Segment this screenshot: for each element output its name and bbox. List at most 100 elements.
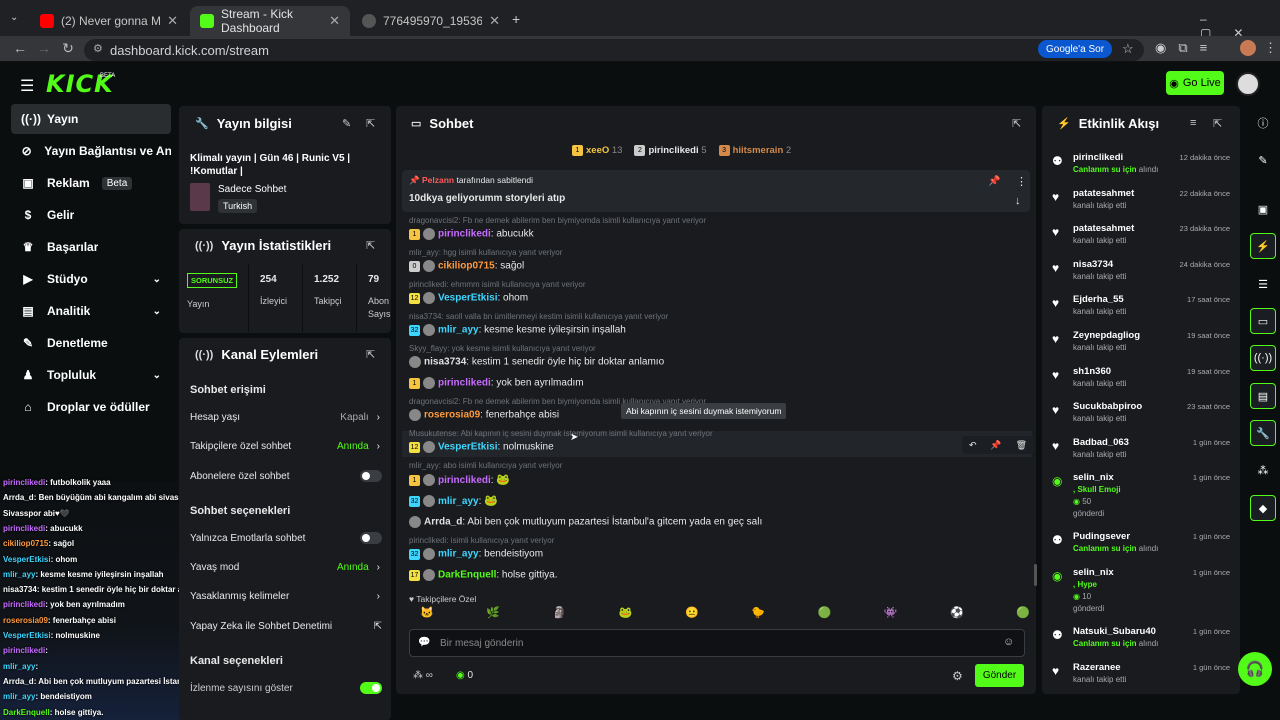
- chat-username[interactable]: roserosia09: [424, 410, 480, 421]
- ai-moderation-row[interactable]: Yapay Zeka ile Sohbet Denetimi ⇱: [190, 621, 382, 632]
- chat-message[interactable]: 0 cikiliop0715: sağol: [409, 260, 524, 272]
- chat-message[interactable]: 1 pirinclikedi: abucukk: [409, 228, 534, 240]
- chat-username[interactable]: nisa3734: [424, 357, 466, 368]
- more-options-icon[interactable]: ⋮: [1016, 175, 1027, 188]
- close-tab-icon[interactable]: ✕: [167, 13, 178, 29]
- chat-username[interactable]: mlir_ayy: [438, 549, 479, 560]
- popout-icon[interactable]: ⇱: [366, 348, 375, 361]
- bookmark-star-icon[interactable]: ☆: [1122, 41, 1134, 57]
- popout-icon[interactable]: ⇱: [366, 239, 375, 252]
- address-bar[interactable]: dashboard.kick.com/stream: [84, 39, 1144, 61]
- sidebar-item-7[interactable]: ✎ Denetleme: [11, 328, 171, 358]
- chat-message[interactable]: nisa3734: kestim 1 senedir öyle hiç bir …: [409, 356, 664, 368]
- event-username[interactable]: Sucukbabpiroo: [1073, 401, 1142, 412]
- stats-panel-icon[interactable]: ▣: [1250, 196, 1276, 222]
- list-panel-icon[interactable]: ☰: [1250, 271, 1276, 297]
- sidebar-item-9[interactable]: ⌂ Droplar ve ödüller: [11, 392, 171, 422]
- chat-message[interactable]: 32 mlir_ayy: kesme kesme iyileşirsin inşa…: [409, 324, 626, 336]
- google-ask-button[interactable]: Google'a Sor: [1038, 40, 1113, 58]
- browser-tab-kick[interactable]: Stream - Kick Dashboard ✕: [190, 6, 350, 36]
- chat-message[interactable]: 1 pirinclikedi: yok ben ayrılmadım: [409, 377, 584, 389]
- subs-only-toggle[interactable]: [360, 470, 382, 482]
- browser-menu-icon[interactable]: ⋮: [1264, 40, 1277, 56]
- emote-bar[interactable]: 🐱 🌿 🗿 🐸 😐 🐤 🟢 👾 ⚽ 🟢: [420, 606, 1030, 619]
- channel-points-icon[interactable]: ⁂ ∞: [413, 670, 433, 681]
- edit-icon[interactable]: ✎: [342, 117, 351, 130]
- kicks-balance[interactable]: ◉ 0: [456, 670, 473, 681]
- chat-message[interactable]: 32 mlir_ayy: bendeistiyom: [409, 548, 543, 560]
- edit-icon[interactable]: ✎: [1250, 147, 1276, 173]
- stream-info-panel-icon[interactable]: ▤: [1250, 383, 1276, 409]
- support-chat-button[interactable]: 🎧: [1238, 652, 1272, 686]
- close-tab-icon[interactable]: ✕: [489, 13, 500, 29]
- unpin-icon[interactable]: 📌: [988, 176, 1000, 187]
- sidebar-item-5[interactable]: ▶ Stüdyo ⌄: [11, 264, 171, 294]
- event-username[interactable]: pirinclikedi: [1073, 152, 1123, 163]
- banned-words-row[interactable]: Yasaklanmış kelimeler ›: [190, 591, 380, 602]
- chat-username[interactable]: VesperEtkisi: [438, 293, 497, 304]
- info-icon[interactable]: ⓘ: [1250, 110, 1276, 136]
- reply-icon[interactable]: ↶: [969, 440, 977, 451]
- event-username[interactable]: Pudingsever: [1073, 531, 1130, 542]
- forward-icon[interactable]: →: [34, 40, 54, 56]
- back-icon[interactable]: ←: [10, 40, 30, 56]
- chat-message[interactable]: Arrda_d: Abi ben çok mutluyum pazartesi …: [409, 516, 762, 528]
- user-avatar[interactable]: [1236, 72, 1260, 96]
- sidebar-item-0[interactable]: ((·)) Yayın: [11, 104, 171, 134]
- delete-icon[interactable]: 🗑: [1016, 440, 1027, 451]
- popout-icon[interactable]: ⇱: [1213, 117, 1222, 130]
- chat-message[interactable]: roserosia09: fenerbahçe abisi: [409, 409, 559, 421]
- sidebar-item-2[interactable]: ▣ Reklam Beta: [11, 168, 171, 198]
- event-username[interactable]: Zeynepdagliog: [1073, 330, 1140, 341]
- chat-username[interactable]: cikiliop0715: [438, 261, 495, 272]
- event-username[interactable]: Natsuki_Subaru40: [1073, 626, 1156, 637]
- event-username[interactable]: patatesahmet: [1073, 223, 1134, 234]
- chat-message[interactable]: 12 VesperEtkisi: ohom: [409, 292, 528, 304]
- tag-panel-icon[interactable]: ◆: [1250, 495, 1276, 521]
- chat-username[interactable]: Arrda_d: [424, 517, 462, 528]
- chat-username[interactable]: pirinclikedi: [438, 229, 491, 240]
- chat-message[interactable]: 32 mlir_ayy: 🐸: [409, 494, 498, 508]
- event-username[interactable]: selin_nix: [1073, 472, 1114, 483]
- event-username[interactable]: Ejderha_55: [1073, 294, 1124, 305]
- message-actions[interactable]: ↶ 📌 🗑: [962, 436, 1034, 454]
- chat-panel-icon[interactable]: ▭: [1250, 308, 1276, 334]
- chat-username[interactable]: mlir_ayy: [438, 496, 479, 507]
- emotes-only-toggle[interactable]: [360, 532, 382, 544]
- event-username[interactable]: nisa3734: [1073, 259, 1113, 270]
- pin-icon[interactable]: 📌: [990, 440, 1001, 451]
- tab-search-icon[interactable]: ⌄: [10, 12, 18, 23]
- browser-tab-image[interactable]: 776495970_195365104198049✕: [352, 6, 510, 36]
- chat-scrollbar[interactable]: [1034, 564, 1037, 586]
- popout-icon[interactable]: ⇱: [366, 117, 375, 130]
- event-username[interactable]: patatesahmet: [1073, 188, 1134, 199]
- sidebar-item-1[interactable]: ⊘ Yayın Bağlantısı ve Anahtar: [11, 136, 171, 166]
- chat-username[interactable]: pirinclikedi: [438, 475, 491, 486]
- chat-username[interactable]: pirinclikedi: [438, 378, 491, 389]
- slow-mode-row[interactable]: Yavaş mod Anında ›: [190, 562, 380, 573]
- sidebar-item-3[interactable]: $ Gelir: [11, 200, 171, 230]
- sidebar-item-8[interactable]: ♟ Topluluk ⌄: [11, 360, 171, 390]
- go-live-button[interactable]: ◉ Go Live: [1166, 71, 1224, 95]
- new-tab-icon[interactable]: +: [512, 11, 520, 27]
- filter-icon[interactable]: ≡: [1190, 117, 1196, 129]
- activity-panel-icon[interactable]: ⚡: [1250, 233, 1276, 259]
- collapse-pin-icon[interactable]: ↓: [1015, 195, 1021, 207]
- chat-message[interactable]: 17 DarkEnquell: holse gittiya.: [409, 569, 558, 581]
- wrench-panel-icon[interactable]: 🔧: [1250, 420, 1276, 446]
- event-username[interactable]: selin_nix: [1073, 567, 1114, 578]
- chat-username[interactable]: DarkEnquell: [438, 570, 496, 581]
- event-username[interactable]: Badbad_063: [1073, 437, 1129, 448]
- reload-icon[interactable]: ↻: [58, 40, 78, 57]
- broadcast-panel-icon[interactable]: ((·)): [1250, 345, 1276, 371]
- chat-username[interactable]: VesperEtkisi: [438, 442, 497, 453]
- site-info-icon[interactable]: ⚙: [93, 42, 103, 55]
- sidebar-item-4[interactable]: ♛ Başarılar: [11, 232, 171, 262]
- event-username[interactable]: sh1n360: [1073, 366, 1111, 377]
- sidebar-item-6[interactable]: ▤ Analitik ⌄: [11, 296, 171, 326]
- category-name[interactable]: Sadece Sohbet: [218, 184, 286, 195]
- close-tab-icon[interactable]: ✕: [329, 13, 340, 29]
- viewer-count-toggle[interactable]: [360, 682, 382, 694]
- apps-icon[interactable]: ⁂: [1250, 457, 1276, 483]
- chat-username[interactable]: mlir_ayy: [438, 325, 479, 336]
